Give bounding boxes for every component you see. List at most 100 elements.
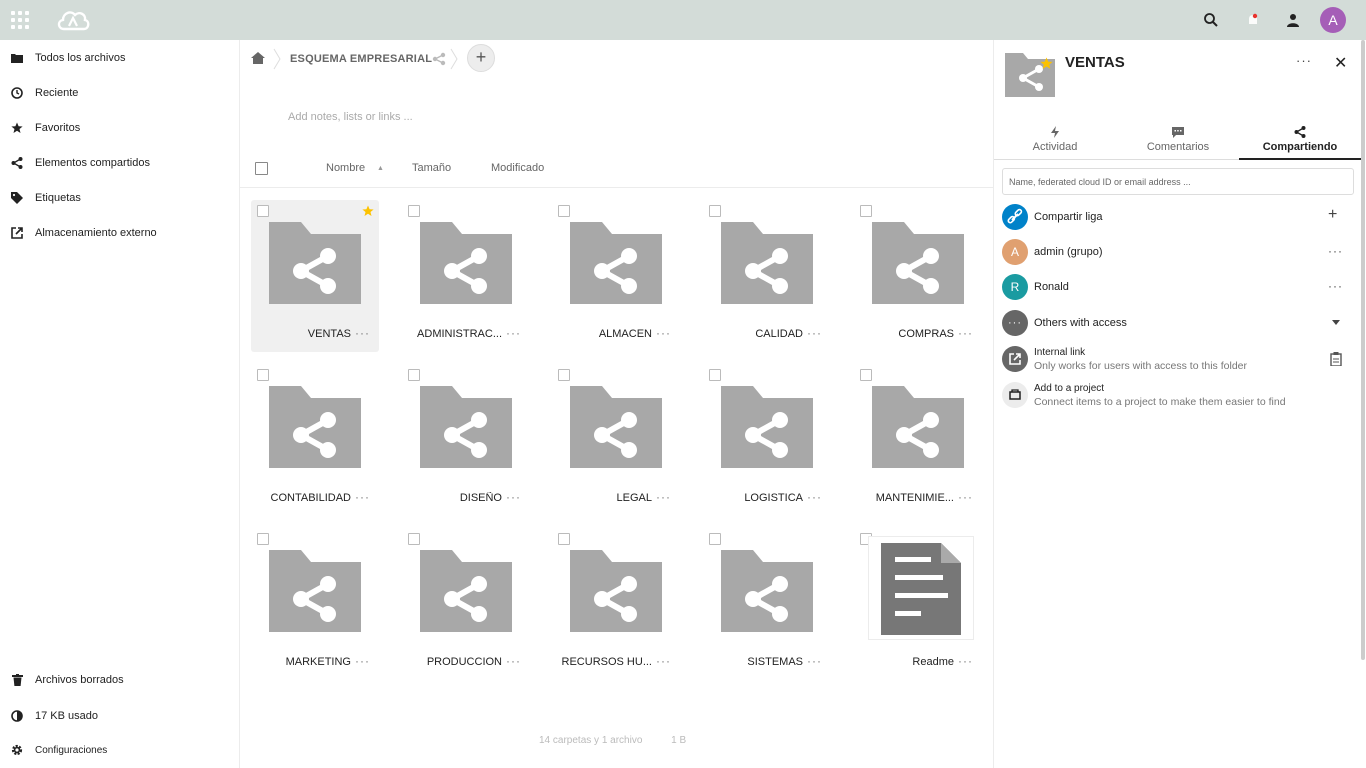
share-entry-row[interactable]: A admin (grupo) ···	[1002, 239, 1354, 269]
file-actions-button[interactable]: ···	[355, 326, 370, 340]
nav-settings[interactable]: Configuraciones	[0, 733, 239, 767]
file-name: LEGAL	[616, 492, 652, 504]
share-link-label: Compartir liga	[1034, 211, 1103, 223]
chevron-down-icon[interactable]	[1332, 320, 1340, 326]
internal-link-subtitle: Only works for users with access to this…	[1034, 360, 1247, 372]
add-link-button[interactable]: +	[1328, 206, 1338, 224]
nav-shared[interactable]: Elementos compartidos	[0, 146, 239, 180]
file-actions-button[interactable]: ···	[656, 654, 671, 668]
file-checkbox[interactable]	[408, 205, 420, 217]
nav-tags[interactable]: Etiquetas	[0, 181, 239, 215]
select-all-checkbox[interactable]	[255, 162, 268, 175]
share-icon[interactable]	[432, 52, 446, 66]
file-checkbox[interactable]	[257, 533, 269, 545]
file-checkbox[interactable]	[558, 205, 570, 217]
file-grid-item[interactable]: MANTENIMIE... ···	[854, 364, 982, 516]
favorite-star-icon[interactable]	[362, 205, 374, 217]
share-menu-button[interactable]: ···	[1328, 244, 1343, 258]
file-checkbox[interactable]	[709, 369, 721, 381]
nav-all-files[interactable]: Todos los archivos	[0, 41, 239, 75]
clipboard-icon[interactable]	[1330, 352, 1342, 366]
favorite-star-icon[interactable]	[1040, 57, 1053, 70]
nav-label: Reciente	[35, 87, 79, 99]
file-checkbox[interactable]	[408, 369, 420, 381]
file-grid-item[interactable]: LEGAL ···	[552, 364, 680, 516]
file-grid-item[interactable]: PRODUCCION ···	[402, 528, 530, 680]
file-grid-item[interactable]: CONTABILIDAD ···	[251, 364, 379, 516]
user-avatar[interactable]: A	[1320, 7, 1346, 33]
file-checkbox[interactable]	[257, 205, 269, 217]
file-grid-item[interactable]: RECURSOS HU... ···	[552, 528, 680, 680]
file-grid-item[interactable]: DISEÑO ···	[402, 364, 530, 516]
new-item-button[interactable]: +	[467, 44, 495, 72]
file-actions-button[interactable]: ···	[958, 326, 973, 340]
tab-comments[interactable]: Comentarios	[1117, 124, 1239, 160]
share-menu-button[interactable]: ···	[1328, 279, 1343, 293]
file-checkbox[interactable]	[860, 205, 872, 217]
file-actions-button[interactable]: ···	[656, 326, 671, 340]
share-link-row[interactable]: Compartir liga +	[1002, 204, 1354, 234]
file-name: VENTAS	[307, 328, 351, 340]
apps-grid-icon[interactable]	[11, 11, 29, 29]
breadcrumb-current[interactable]: ESQUEMA EMPRESARIAL	[290, 53, 432, 65]
cloud-logo-icon[interactable]	[55, 7, 91, 33]
others-access-row[interactable]: ··· Others with access	[1002, 310, 1354, 340]
column-size[interactable]: Tamaño	[412, 162, 451, 174]
tag-icon	[11, 192, 23, 204]
file-checkbox[interactable]	[558, 369, 570, 381]
file-grid-item[interactable]: SISTEMAS ···	[703, 528, 831, 680]
file-actions-button[interactable]: ···	[355, 654, 370, 668]
nav-label: Todos los archivos	[35, 52, 126, 64]
panel-more-button[interactable]: ···	[1296, 53, 1312, 68]
nav-recent[interactable]: Reciente	[0, 76, 239, 110]
search-icon[interactable]	[1203, 12, 1219, 28]
file-checkbox[interactable]	[860, 369, 872, 381]
file-checkbox[interactable]	[558, 533, 570, 545]
file-actions-button[interactable]: ···	[807, 654, 822, 668]
column-name[interactable]: Nombre	[326, 162, 365, 174]
file-grid-item[interactable]: ADMINISTRAC... ···	[402, 200, 530, 352]
share-search-input[interactable]	[1002, 168, 1354, 195]
nav-external-storage[interactable]: Almacenamiento externo	[0, 216, 239, 250]
tab-activity[interactable]: Actividad	[994, 124, 1116, 160]
file-actions-button[interactable]: ···	[958, 490, 973, 504]
file-grid-item[interactable]: CALIDAD ···	[703, 200, 831, 352]
tab-sharing[interactable]: Compartiendo	[1239, 124, 1361, 160]
rich-workspace-notes[interactable]: Add notes, lists or links ...	[288, 111, 413, 123]
notifications-icon[interactable]	[1246, 12, 1260, 28]
contacts-icon[interactable]	[1285, 12, 1301, 28]
add-project-row[interactable]: Add to a project Connect items to a proj…	[1002, 382, 1354, 412]
home-icon[interactable]	[251, 52, 265, 64]
nav-deleted-files[interactable]: Archivos borrados	[0, 663, 239, 697]
file-actions-button[interactable]: ···	[506, 490, 521, 504]
file-grid-item[interactable]: LOGISTICA ···	[703, 364, 831, 516]
file-name: CONTABILIDAD	[270, 492, 351, 504]
file-actions-button[interactable]: ···	[807, 490, 822, 504]
scrollbar[interactable]	[1361, 40, 1365, 660]
nav-label: 17 KB usado	[35, 710, 98, 722]
nav-favorites[interactable]: Favoritos	[0, 111, 239, 145]
file-checkbox[interactable]	[709, 533, 721, 545]
shared-folder-icon	[872, 386, 964, 468]
close-button[interactable]: ✕	[1334, 53, 1347, 73]
file-checkbox[interactable]	[408, 533, 420, 545]
file-grid-item[interactable]: ALMACEN ···	[552, 200, 680, 352]
file-grid-item[interactable]: VENTAS ···	[251, 200, 379, 352]
app-navigation: Todos los archivos Reciente Favoritos El…	[0, 40, 240, 768]
file-grid-item[interactable]: MARKETING ···	[251, 528, 379, 680]
column-modified[interactable]: Modificado	[491, 162, 544, 174]
file-actions-button[interactable]: ···	[656, 490, 671, 504]
file-checkbox[interactable]	[709, 205, 721, 217]
summary-count: 14 carpetas y 1 archivo	[539, 735, 643, 746]
file-actions-button[interactable]: ···	[355, 490, 370, 504]
file-checkbox[interactable]	[257, 369, 269, 381]
file-actions-button[interactable]: ···	[506, 654, 521, 668]
file-actions-button[interactable]: ···	[506, 326, 521, 340]
share-entry-row[interactable]: R Ronald ···	[1002, 274, 1354, 304]
file-actions-button[interactable]: ···	[958, 654, 973, 668]
file-grid-item[interactable]: Readme ···	[854, 528, 982, 680]
file-grid-item[interactable]: COMPRAS ···	[854, 200, 982, 352]
internal-link-row[interactable]: Internal link Only works for users with …	[1002, 346, 1354, 376]
file-actions-button[interactable]: ···	[807, 326, 822, 340]
file-name: LOGISTICA	[744, 492, 803, 504]
